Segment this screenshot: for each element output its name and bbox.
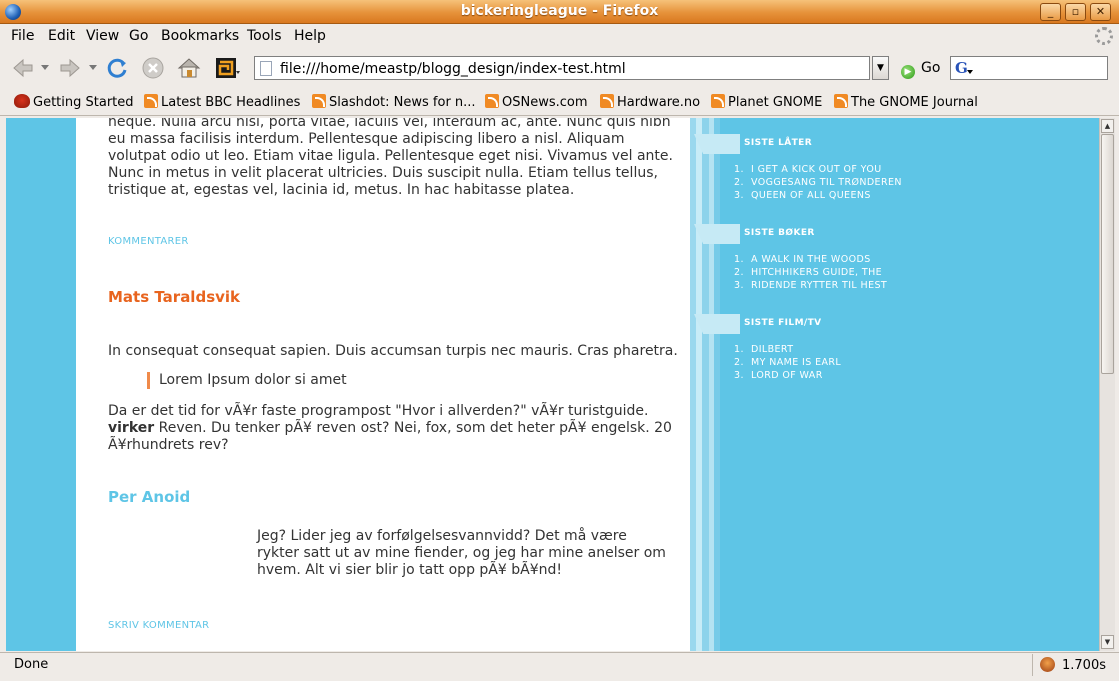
write-comment-link[interactable]: SKRIV KOMMENTAR <box>108 620 209 631</box>
bookmark-getting-started[interactable]: Getting Started <box>14 94 134 110</box>
load-time: 1.700s <box>1062 658 1106 673</box>
indented-comment: Jeg? Lider jeg av forfølgelsesvannvidd? … <box>257 528 666 578</box>
window-title: bickeringleague - Firefox <box>460 3 659 19</box>
reload-icon[interactable] <box>104 55 130 81</box>
home-icon[interactable] <box>176 55 202 81</box>
feed-icon <box>312 94 326 108</box>
section-list: 1. A WALK IN THE WOODS 2. HITCHHIKERS GUID… <box>734 253 887 292</box>
list-item[interactable]: 3. QUEEN OF ALL QUEENS <box>734 189 902 202</box>
minimize-button[interactable]: _ <box>1040 3 1061 21</box>
scroll-up-icon[interactable]: ▲ <box>1101 119 1114 133</box>
menu-tools[interactable]: Tools <box>247 28 282 44</box>
list-item[interactable]: 2. VOGGESANG TIL TRØNDEREN <box>734 176 902 189</box>
load-time-panel: 1.700s <box>1032 654 1112 676</box>
throbber-icon <box>1095 27 1113 45</box>
page-icon <box>260 61 272 76</box>
back-icon[interactable] <box>10 55 36 81</box>
search-input[interactable]: G <box>950 56 1108 80</box>
status-text: Done <box>14 657 49 672</box>
vertical-scrollbar[interactable]: ▲ ▼ <box>1099 118 1115 651</box>
bookmark-planet-gnome[interactable]: Planet GNOME <box>711 94 822 110</box>
section-list: 1. I GET A KICK OUT OF YOU 2. VOGGESANG TI… <box>734 163 902 202</box>
scroll-down-icon[interactable]: ▼ <box>1101 635 1114 649</box>
url-history-dropdown[interactable]: ▼ <box>872 56 889 80</box>
section-title: SISTE LÅTER <box>744 138 813 148</box>
bookmark-slashdot[interactable]: Slashdot: News for n... <box>312 94 476 110</box>
google-icon[interactable]: G <box>955 59 968 77</box>
url-text[interactable]: file:///home/meastp/blogg_design/index-t… <box>280 61 626 77</box>
feed-icon <box>144 94 158 108</box>
extension-status-icon[interactable] <box>1040 657 1055 672</box>
menu-bar: File Edit View Go Bookmarks Tools Help <box>0 25 1119 48</box>
scrollbar-thumb[interactable] <box>1101 134 1114 374</box>
post-paragraph: neque. Nulla arcu nisi, porta vitae, iac… <box>108 118 673 198</box>
feed-icon <box>711 94 725 108</box>
bookmark-bbc[interactable]: Latest BBC Headlines <box>144 94 300 110</box>
go-label: Go <box>921 60 941 76</box>
url-bar[interactable]: file:///home/meastp/blogg_design/index-t… <box>254 56 870 80</box>
list-item[interactable]: 3. LORD OF WAR <box>734 369 841 382</box>
list-item[interactable]: 1. I GET A KICK OUT OF YOU <box>734 163 902 176</box>
list-item[interactable]: 1. A WALK IN THE WOODS <box>734 253 887 266</box>
section-list: 1. DILBERT 2. MY NAME IS EARL 3. LORD OF WA… <box>734 343 841 382</box>
section-title: SISTE BØKER <box>744 228 815 238</box>
title-bar: bickeringleague - Firefox _ ▫ ✕ <box>0 0 1119 24</box>
list-item[interactable]: 2. HITCHHIKERS GUIDE, THE <box>734 266 887 279</box>
comment-text-2: Da er det tid for vÃ¥r faste programpost… <box>108 403 672 453</box>
maximize-button[interactable]: ▫ <box>1065 3 1086 21</box>
stop-icon[interactable] <box>140 55 166 81</box>
menu-file[interactable]: File <box>11 28 34 44</box>
comment-author: Per Anoid <box>108 488 191 506</box>
extension-g-icon[interactable] <box>214 55 240 81</box>
menu-help[interactable]: Help <box>294 28 326 44</box>
status-bar: Done 1.700s <box>0 652 1119 681</box>
comments-link[interactable]: KOMMENTARER <box>108 236 189 247</box>
comment-author: Mats Taraldsvik <box>108 288 241 306</box>
back-history-chevron-icon[interactable] <box>41 65 49 71</box>
menu-edit[interactable]: Edit <box>48 28 75 44</box>
page-viewport: neque. Nulla arcu nisi, porta vitae, iac… <box>6 118 1099 651</box>
decorative-stripes <box>690 118 720 651</box>
close-button[interactable]: ✕ <box>1090 3 1111 21</box>
bookmark-osnews[interactable]: OSNews.com <box>485 94 588 110</box>
menu-go[interactable]: Go <box>129 28 148 44</box>
forward-icon[interactable] <box>57 55 83 81</box>
blockquote: Lorem Ipsum dolor si amet <box>147 372 347 389</box>
list-item[interactable]: 1. DILBERT <box>734 343 841 356</box>
menu-bookmarks[interactable]: Bookmarks <box>161 28 239 44</box>
bookmark-hardware[interactable]: Hardware.no <box>600 94 700 110</box>
feed-icon <box>485 94 499 108</box>
navigation-toolbar: file:///home/meastp/blogg_design/index-t… <box>0 49 1119 87</box>
bookmark-gnome-journal[interactable]: The GNOME Journal <box>834 94 978 110</box>
go-button[interactable]: ▶ Go <box>901 60 940 79</box>
bookmarks-toolbar: Getting Started Latest BBC Headlines Sla… <box>0 88 1119 116</box>
list-item[interactable]: 3. RIDENDE RYTTER TIL HEST <box>734 279 887 292</box>
feed-icon <box>600 94 614 108</box>
menu-view[interactable]: View <box>86 28 119 44</box>
feed-icon <box>834 94 848 108</box>
section-title: SISTE FILM/TV <box>744 318 822 328</box>
comment-text: In consequat consequat sapien. Duis accu… <box>108 343 678 359</box>
forward-history-chevron-icon[interactable] <box>89 65 97 71</box>
search-engine-chevron-icon[interactable] <box>967 70 973 75</box>
go-arrow-icon: ▶ <box>901 65 915 79</box>
list-item[interactable]: 2. MY NAME IS EARL <box>734 356 841 369</box>
firefox-bookmark-icon <box>14 94 30 108</box>
